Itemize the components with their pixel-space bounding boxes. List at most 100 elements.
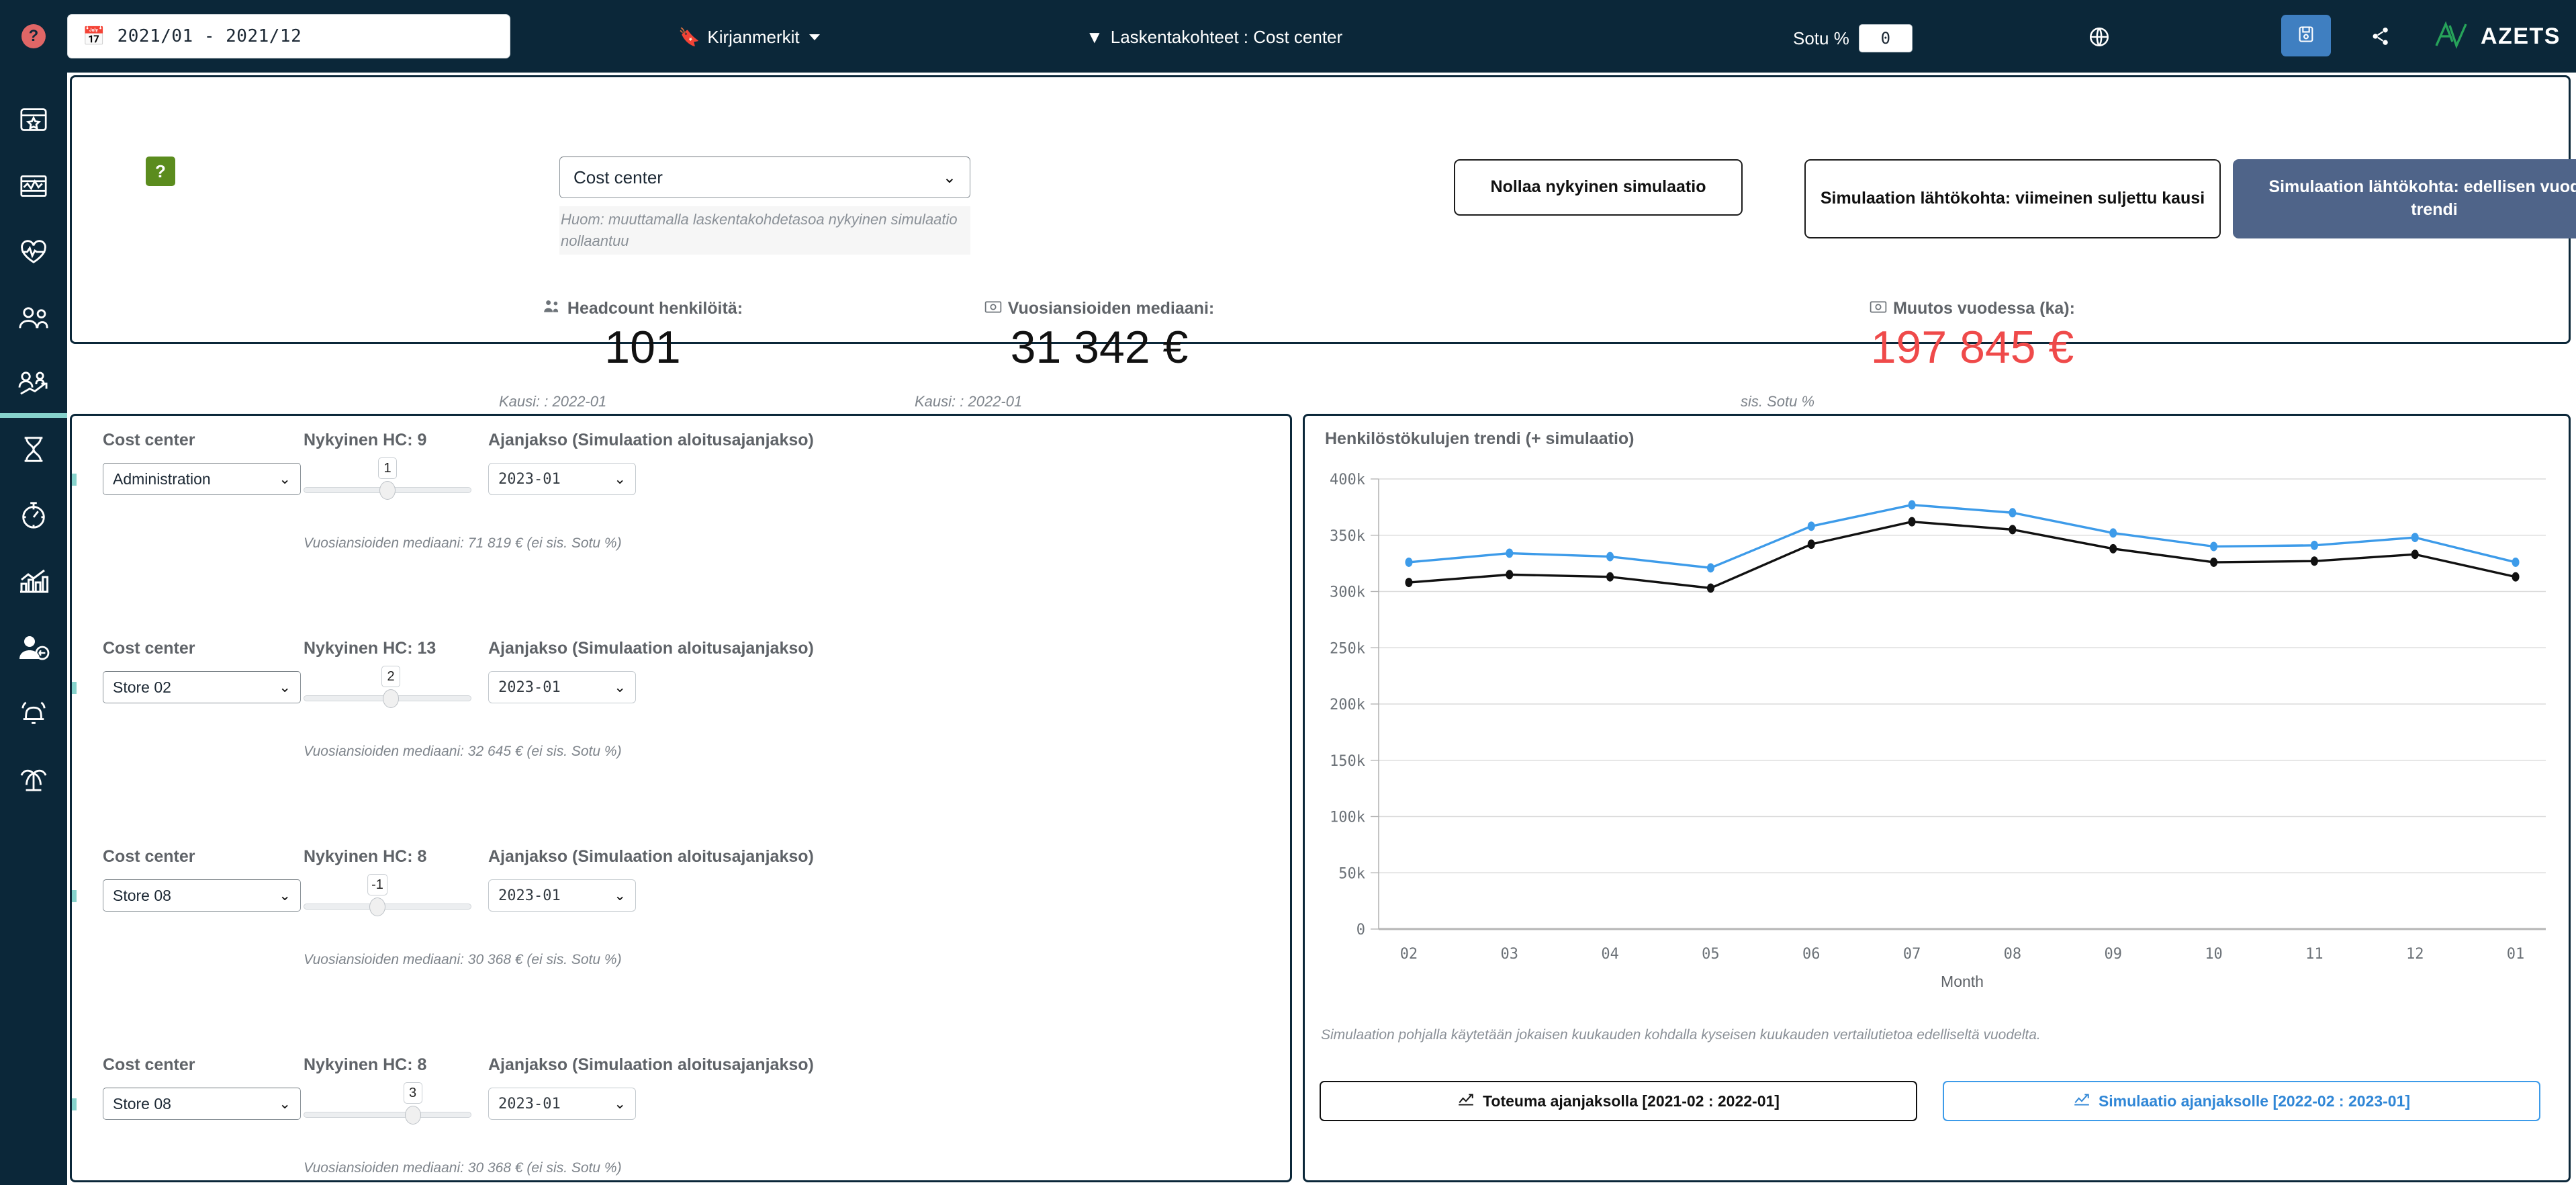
sidebar-item-absence[interactable] [0, 747, 67, 813]
period-value: 2023-01 [498, 887, 561, 904]
sidebar-item-simulation[interactable] [0, 352, 67, 418]
chevron-down-icon [809, 34, 820, 40]
chart-data-point[interactable] [1706, 583, 1714, 593]
sidebar-item-time[interactable] [0, 418, 67, 484]
cost-center-label: Cost center [103, 1055, 195, 1074]
row-accent-bar [72, 890, 77, 902]
headcount-delta-slider[interactable]: 1 [304, 457, 471, 503]
help-button[interactable]: ? [146, 157, 175, 186]
chart-data-point[interactable] [2210, 541, 2218, 552]
sidebar-item-people[interactable] [0, 286, 67, 352]
slider-thumb[interactable] [379, 481, 396, 500]
share-icon[interactable] [2369, 25, 2393, 49]
baseline-last-closed-period-button[interactable]: Simulaation lähtökohta: viimeinen suljet… [1804, 159, 2221, 238]
headcount-delta-slider[interactable]: 3 [304, 1082, 471, 1128]
trend-line-chart: 0 50k 100k 150k 200k 250k 300k 350k 400k 02 03 04 05… [1312, 470, 2566, 994]
cost-center-select[interactable]: Store 08 ⌄ [103, 879, 301, 912]
chart-data-point[interactable] [1606, 552, 1614, 562]
sidebar-item-dashboard[interactable] [0, 89, 67, 155]
sidebar-item-analytics[interactable] [0, 155, 67, 220]
legend-simulation-label: Simulaatio ajanjaksolle [2022-02 : 2023-… [2098, 1092, 2411, 1110]
chart-data-point[interactable] [2411, 550, 2419, 560]
kpi-headcount-title: Headcount henkilöitä: [567, 299, 743, 318]
median-salary-note: Vuosiansioiden mediaani: 71 819 € (ei si… [304, 535, 622, 551]
cost-center-select[interactable]: Store 08 ⌄ [103, 1088, 301, 1120]
period-select[interactable]: 2023-01 ⌄ [488, 879, 636, 912]
bookmarks-menu[interactable]: 🔖 Kirjanmerkit [678, 27, 820, 48]
slider-thumb[interactable] [404, 1106, 421, 1125]
slider-thumb[interactable] [383, 689, 399, 708]
legend-simulation-button[interactable]: Simulaatio ajanjaksolle [2022-02 : 2023-… [1943, 1081, 2540, 1121]
baseline-previous-year-trend-button[interactable]: Simulaation lähtökohta: edellisen vuoden… [2233, 159, 2576, 238]
headcount-delta-slider[interactable]: -1 [304, 874, 471, 920]
slider-value-bubble: 2 [381, 666, 400, 687]
chart-data-point[interactable] [2310, 540, 2318, 550]
headcount-delta-slider[interactable]: 2 [304, 666, 471, 711]
cost-center-row: Cost center Nykyinen HC: 13 Ajanjakso (Sim… [72, 624, 1290, 832]
chevron-down-icon: ⌄ [279, 471, 291, 487]
globe-icon[interactable] [2088, 26, 2111, 48]
calendar-icon: 📅 [83, 26, 105, 46]
sidebar-item-reports[interactable] [0, 550, 67, 615]
chart-data-point[interactable] [2009, 508, 2017, 518]
chart-data-point[interactable] [1908, 500, 1916, 510]
row-accent-bar [72, 1098, 77, 1110]
period-select[interactable]: 2023-01 ⌄ [488, 671, 636, 703]
chart-data-point[interactable] [2210, 557, 2218, 567]
chart-data-point[interactable] [1706, 563, 1714, 573]
stopwatch-icon [18, 500, 49, 533]
line-chart-icon [2073, 1092, 2090, 1110]
chart-data-point[interactable] [2411, 533, 2419, 543]
cost-center-value: Store 08 [113, 886, 171, 904]
chart-data-point[interactable] [1506, 548, 1514, 558]
bar-chart-trend-icon [17, 568, 50, 598]
legend-actual-button[interactable]: Toteuma ajanjaksolla [2021-02 : 2022-01] [1320, 1081, 1917, 1121]
active-filter-indicator[interactable]: ▼ Laskentakohteet : Cost center [1086, 27, 1342, 48]
date-range-input[interactable]: 📅 2021/01 - 2021/12 [67, 14, 510, 58]
save-button[interactable] [2281, 15, 2331, 56]
cost-center-row: Cost center Nykyinen HC: 8 Ajanjakso (Simu… [72, 1041, 1290, 1180]
slider-value-bubble: -1 [367, 874, 387, 895]
brand-name: AZETS [2481, 24, 2561, 49]
sotu-input[interactable]: 0 [1858, 24, 1913, 52]
reset-simulation-button[interactable]: Nollaa nykyinen simulaatio [1454, 159, 1743, 216]
sidebar-item-wellbeing[interactable] [0, 220, 67, 286]
chart-data-point[interactable] [2512, 572, 2520, 582]
cost-center-simulation-panel: Cost center Nykyinen HC: 9 Ajanjakso (Simu… [70, 414, 1292, 1182]
chart-data-point[interactable] [2109, 543, 2117, 554]
period-select[interactable]: 2023-01 ⌄ [488, 1088, 636, 1120]
question-circle-icon[interactable]: ? [21, 24, 46, 48]
chart-title: Henkilöstökulujen trendi (+ simulaatio) [1325, 429, 1635, 448]
cost-center-label: Cost center [103, 431, 195, 449]
chart-data-point[interactable] [1506, 570, 1514, 580]
x-axis-tick: 11 [2305, 946, 2324, 963]
sidebar-item-employee-sync[interactable] [0, 615, 67, 681]
sidebar-item-alerts[interactable] [0, 681, 67, 747]
chart-data-point[interactable] [2310, 556, 2318, 566]
chart-data-point[interactable] [1405, 578, 1413, 588]
chart-data-point[interactable] [2109, 528, 2117, 538]
people-trend-simulation-icon [17, 369, 50, 401]
slider-thumb[interactable] [369, 897, 385, 916]
cost-center-select[interactable]: Administration ⌄ [103, 463, 301, 495]
chart-data-point[interactable] [1606, 572, 1614, 582]
sidebar-item-stopwatch[interactable] [0, 484, 67, 550]
chart-data-point[interactable] [2009, 525, 2017, 535]
chart-data-point[interactable] [1405, 557, 1413, 567]
people-icon [17, 304, 50, 335]
chart-data-point[interactable] [1807, 521, 1815, 531]
slider-track[interactable] [304, 904, 471, 910]
cost-center-row: Cost center Nykyinen HC: 9 Ajanjakso (Simu… [72, 416, 1290, 624]
calculation-level-note: Huom: muuttamalla laskentakohdetasoa nyk… [559, 206, 970, 255]
slider-track[interactable] [304, 1112, 471, 1118]
chart-data-point[interactable] [2512, 557, 2520, 567]
chart-data-point[interactable] [1908, 517, 1916, 527]
calculation-level-select[interactable]: Cost center ⌄ [559, 157, 970, 198]
save-disk-icon [2297, 25, 2315, 47]
period-select[interactable]: 2023-01 ⌄ [488, 463, 636, 495]
person-sync-icon [17, 633, 50, 664]
chart-data-point[interactable] [1807, 539, 1815, 550]
palm-tree-icon [18, 764, 49, 796]
cost-center-select[interactable]: Store 02 ⌄ [103, 671, 301, 703]
date-range-value: 2021/01 - 2021/12 [117, 26, 302, 46]
